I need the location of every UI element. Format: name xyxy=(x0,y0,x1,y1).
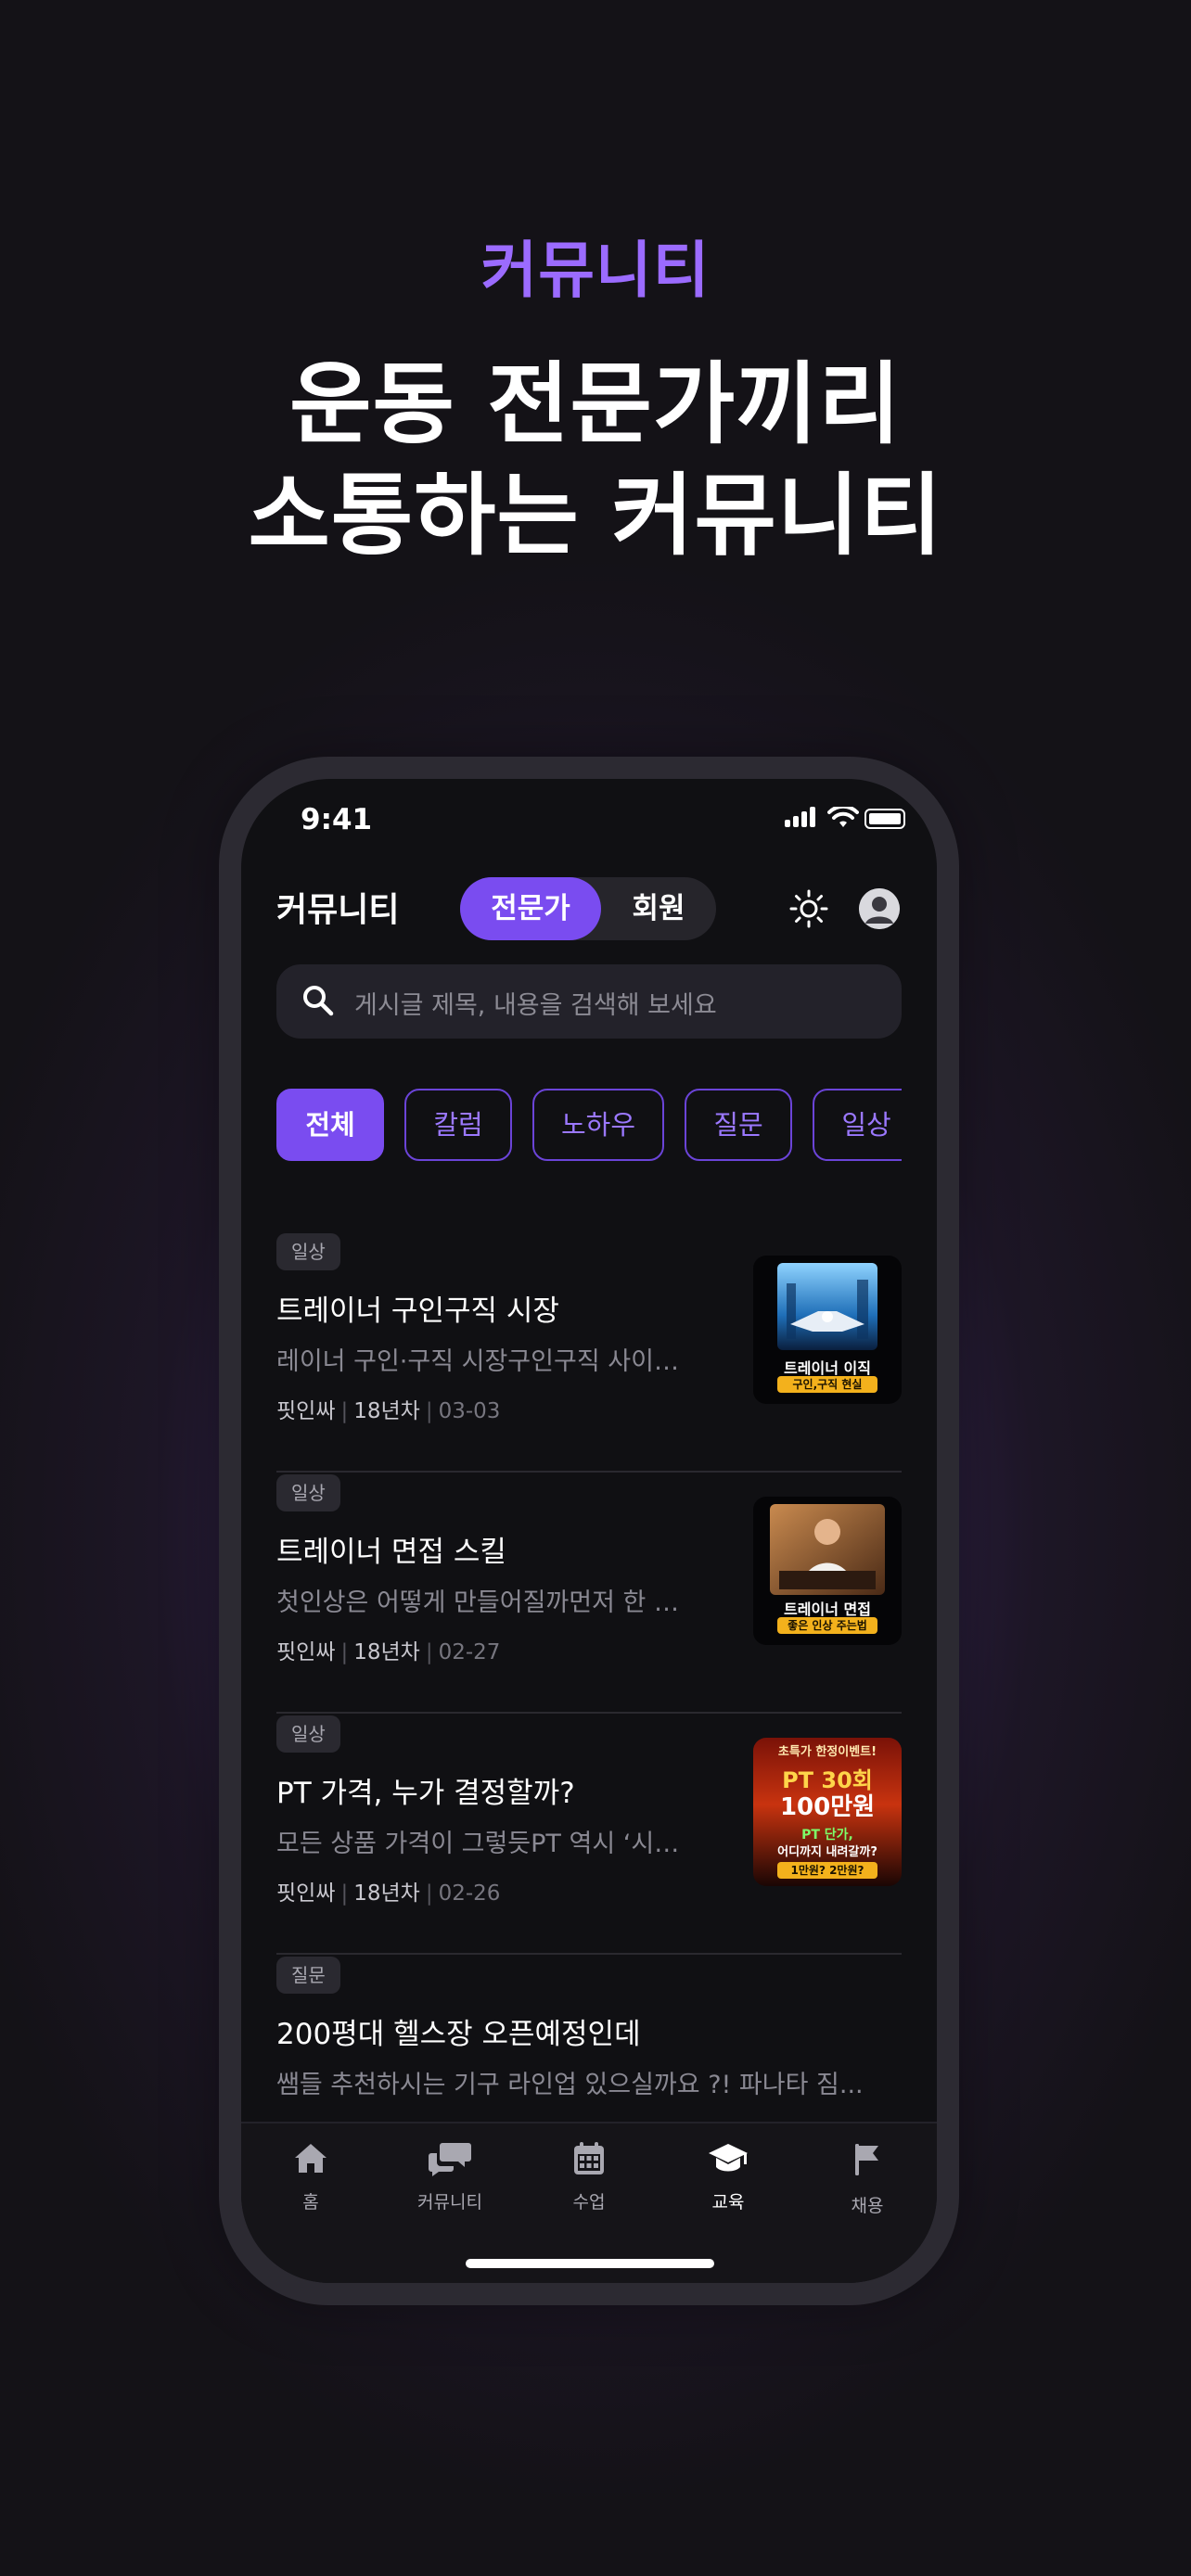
post-excerpt: 쌤들 추천하시는 기구 라인업 있으실까요 ?! 파나타 짐... xyxy=(276,2071,864,2099)
chip-daily[interactable]: 일상 xyxy=(813,1089,902,1161)
post-experience: 18년차 xyxy=(353,1399,420,1423)
tab-label: 채용 xyxy=(851,2196,884,2216)
wifi-icon xyxy=(827,807,859,827)
hero-headline-line-2: 소통하는 커뮤니티 xyxy=(248,464,943,567)
hero-headline-line-1: 운동 전문가끼리 xyxy=(289,352,902,456)
post-tag: 일상 xyxy=(276,1233,340,1270)
post-experience: 18년차 xyxy=(353,1640,420,1664)
thumb-question-1: PT 단가, xyxy=(801,1828,853,1843)
post-thumbnail: 초특가 한정이벤트! PT 30회 100만원 PT 단가, 어디까지 내려갈까… xyxy=(753,1738,902,1886)
post-thumbnail: 트레이너 면접 좋은 인상 주는법 xyxy=(753,1497,902,1645)
phone-screen: 9:41 커뮤니티 전문가 회원 게시글 제목, 내용을 검색해 보세요 전체 … xyxy=(241,779,937,2283)
toggle-expert[interactable]: 전문가 xyxy=(460,877,601,940)
post-title: 200평대 헬스장 오픈예정인데 xyxy=(276,2018,641,2051)
post-excerpt: 모든 상품 가격이 그렇듯PT 역시 ‘시장... xyxy=(276,1830,685,1858)
page-title: 커뮤니티 xyxy=(276,891,400,929)
post-tag: 질문 xyxy=(276,1957,340,1994)
tab-label: 수업 xyxy=(572,2192,606,2213)
flag-icon xyxy=(855,2144,878,2175)
avatar-icon[interactable] xyxy=(859,888,900,929)
thumb-question-3: 1만원? 2만원? xyxy=(777,1862,877,1879)
post-item[interactable]: 일상 트레이너 면접 스킬 첫인상은 어떻게 만들어질까먼저 한 가... 핏인… xyxy=(276,1474,902,1714)
thumb-title: 트레이너 이직 xyxy=(784,1359,871,1377)
chat-icon xyxy=(429,2143,471,2176)
signal-icon xyxy=(785,820,790,827)
post-date: 02-27 xyxy=(438,1640,501,1664)
post-meta: 핏인싸 | 18년차 | 03-03 xyxy=(276,1399,501,1423)
category-filter: 전체 칼럼 노하우 질문 일상 xyxy=(276,1089,902,1163)
post-author: 핏인싸 xyxy=(276,1640,336,1664)
hero-eyebrow: 커뮤니티 xyxy=(480,235,711,306)
thumb-subtitle: 구인,구직 현실 xyxy=(777,1376,877,1393)
post-title: 트레이너 구인구직 시장 xyxy=(276,1294,559,1328)
toggle-member[interactable]: 회원 xyxy=(601,877,716,940)
chip-column[interactable]: 칼럼 xyxy=(404,1089,512,1161)
audience-toggle: 전문가 회원 xyxy=(460,877,716,940)
thumb-subtitle: 좋은 인상 주는법 xyxy=(777,1617,877,1634)
search-icon xyxy=(303,986,334,1016)
post-thumbnail: 트레이너 이직 구인,구직 현실 xyxy=(753,1256,902,1404)
post-item[interactable]: 일상 트레이너 구인구직 시장 레이너 구인·구직 시장구인구직 사이트... … xyxy=(276,1233,902,1473)
post-tag: 일상 xyxy=(276,1715,340,1753)
tab-jobs[interactable]: 채용 xyxy=(798,2140,937,2224)
post-author: 핏인싸 xyxy=(276,1399,336,1423)
post-title: 트레이너 면접 스킬 xyxy=(276,1536,506,1569)
signal-bar xyxy=(810,807,815,827)
post-date: 03-03 xyxy=(438,1399,501,1423)
calendar-icon xyxy=(574,2142,604,2174)
graduation-cap-icon xyxy=(709,2144,748,2172)
post-excerpt: 레이너 구인·구직 시장구인구직 사이트... xyxy=(276,1347,685,1376)
thumb-question-2: 어디까지 내려갈까? xyxy=(777,1845,877,1859)
post-tag: 일상 xyxy=(276,1474,340,1511)
signal-bar xyxy=(793,816,799,827)
post-item[interactable]: 일상 PT 가격, 누가 결정할까? 모든 상품 가격이 그렇듯PT 역시 ‘시… xyxy=(276,1715,902,1955)
tab-community[interactable]: 커뮤니티 xyxy=(380,2140,519,2224)
sun-icon[interactable] xyxy=(788,888,829,929)
thumb-headline-2: 100만원 xyxy=(779,1793,876,1821)
tab-label: 커뮤니티 xyxy=(417,2192,482,2213)
tab-home[interactable]: 홈 xyxy=(241,2140,380,2224)
chip-knowhow[interactable]: 노하우 xyxy=(532,1089,664,1161)
post-date: 02-26 xyxy=(438,1881,501,1906)
tab-class[interactable]: 수업 xyxy=(519,2140,659,2224)
post-excerpt: 첫인상은 어떻게 만들어질까먼저 한 가... xyxy=(276,1588,685,1617)
post-experience: 18년차 xyxy=(353,1881,420,1906)
tab-label: 홈 xyxy=(302,2192,319,2213)
chip-all[interactable]: 전체 xyxy=(276,1089,384,1161)
status-icons xyxy=(785,807,905,829)
tab-label: 교육 xyxy=(711,2192,745,2213)
post-meta: 핏인싸 | 18년차 | 02-27 xyxy=(276,1640,501,1664)
search-bar[interactable]: 게시글 제목, 내용을 검색해 보세요 xyxy=(276,964,902,1039)
status-time: 9:41 xyxy=(301,803,373,836)
thumb-banner: 초특가 한정이벤트! xyxy=(777,1745,877,1759)
home-icon xyxy=(295,2144,327,2173)
post-meta: 핏인싸 | 18년차 | 02-26 xyxy=(276,1881,501,1906)
thumb-title: 트레이너 면접 xyxy=(784,1600,871,1618)
chip-question[interactable]: 질문 xyxy=(685,1089,792,1161)
search-input[interactable]: 게시글 제목, 내용을 검색해 보세요 xyxy=(354,985,717,1021)
tab-education[interactable]: 교육 xyxy=(659,2140,798,2224)
home-indicator[interactable] xyxy=(466,2259,714,2268)
signal-bar xyxy=(801,811,807,827)
post-author: 핏인싸 xyxy=(276,1881,336,1906)
battery-icon xyxy=(864,809,905,829)
post-title: PT 가격, 누가 결정할까? xyxy=(276,1777,575,1810)
